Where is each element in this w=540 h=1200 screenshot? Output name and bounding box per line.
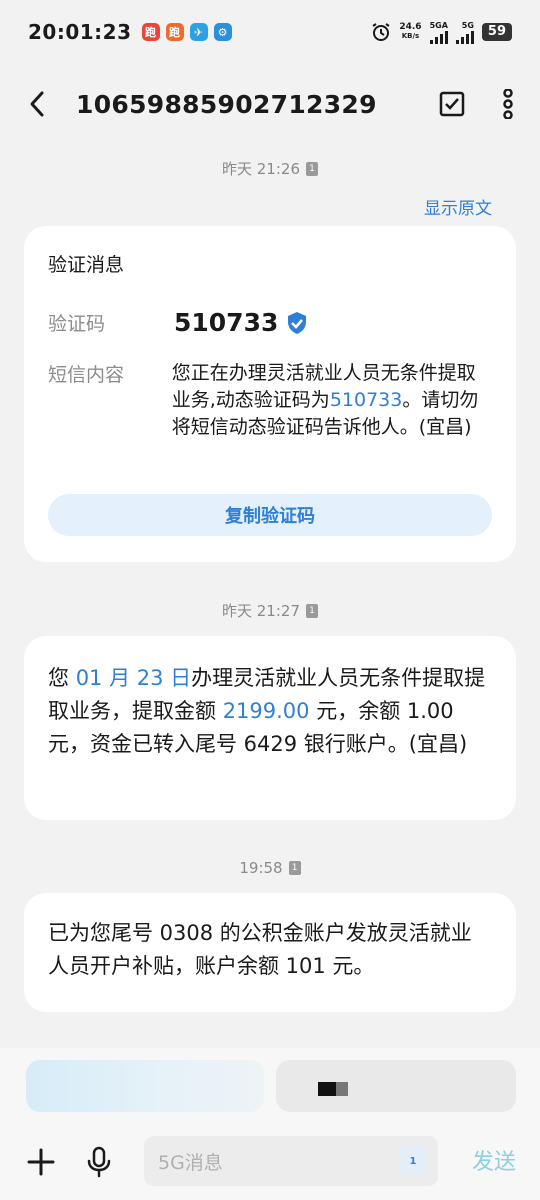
verification-code: 510733 [174,308,279,337]
sms-content: 您正在办理灵活就业人员无条件提取业务,动态验证码为510733。请切勿将短信动态… [171,362,479,438]
message-timestamp: 昨天 21:27 1 [0,600,540,621]
sim-select-button[interactable]: 1 [400,1146,426,1176]
message-timestamp: 19:58 1 [0,859,540,877]
signal-icon: 5G [455,21,474,44]
message-timestamp: 昨天 21:26 1 [0,158,540,179]
content-row: 短信内容 您正在办理灵活就业人员无条件提取业务,动态验证码为510733。请切勿… [48,360,492,441]
inline-code-link[interactable]: 510733 [330,389,403,411]
microphone-icon [87,1146,111,1178]
quick-reply-chip[interactable] [276,1060,516,1112]
composer-bar: 5G消息 1 发送 [0,1132,540,1192]
content-label: 短信内容 [48,364,125,386]
sim-card-icon: 1 [306,161,318,176]
checkbox-icon [439,91,465,117]
battery-icon: 59 [481,23,512,41]
sim-card-icon: 1 [409,1155,417,1167]
send-button[interactable]: 发送 [472,1144,516,1176]
sender-number: 10659885902712329 [76,89,377,119]
notification-icons: 跑 跑 ✈ ⚙ [141,23,232,41]
verification-card: 验证消息 验证码 510733 短信内容 您正在办理灵活就业人员无条件提取业务,… [24,226,516,562]
add-attachment-button[interactable] [26,1147,56,1177]
card-heading: 验证消息 [48,254,125,276]
app-notification-icon: 跑 [165,23,184,41]
sim-card-icon: 1 [306,603,318,618]
net-speed: 24.6 KB/s [399,22,422,41]
verified-shield-icon [288,311,307,334]
message-text: 您 01 月 23 日办理灵活就业人员无条件提取提取业务，提取金额 2199.0… [48,666,486,756]
plane-icon: ✈ [189,23,208,41]
input-placeholder: 5G消息 [158,1151,223,1174]
back-arrow-icon [30,91,44,117]
message-input[interactable]: 5G消息 1 [144,1136,438,1186]
settings-notification-icon: ⚙ [213,23,232,41]
message-bubble[interactable]: 您 01 月 23 日办理灵活就业人员无条件提取提取业务，提取金额 2199.0… [24,636,516,820]
more-options-button[interactable] [502,89,514,119]
copy-code-button[interactable]: 复制验证码 [48,494,492,536]
voice-input-button[interactable] [86,1146,112,1178]
quick-reply-chip[interactable] [26,1060,264,1112]
message-text: 已为您尾号 0308 的公积金账户发放灵活就业人员开户补贴，账户余额 101 元… [48,921,472,978]
app-notification-icon: 跑 [141,23,160,41]
status-time: 20:01:23 [28,20,132,44]
multi-select-button[interactable] [438,90,466,118]
back-button[interactable] [26,89,48,119]
message-bubble[interactable]: 已为您尾号 0308 的公积金账户发放灵活就业人员开户补贴，账户余额 101 元… [24,893,516,1012]
conversation-header: 10659885902712329 [0,64,540,144]
more-vertical-icon [503,89,513,119]
amount-link[interactable]: 2199.00 [223,699,310,723]
date-link[interactable]: 01 月 23 日 [76,666,191,690]
code-row: 验证码 510733 [48,308,492,337]
show-original-link[interactable]: 显示原文 [424,194,492,219]
status-bar: 20:01:23 跑 跑 ✈ ⚙ 24.6 KB/s 5GA 5G 59 [0,0,540,64]
alarm-icon [372,23,390,41]
redacted-mark [318,1082,348,1096]
code-label: 验证码 [48,313,106,335]
sim-card-icon: 1 [288,861,301,875]
plus-icon [27,1148,55,1176]
signal-icon: 5GA [430,21,448,44]
